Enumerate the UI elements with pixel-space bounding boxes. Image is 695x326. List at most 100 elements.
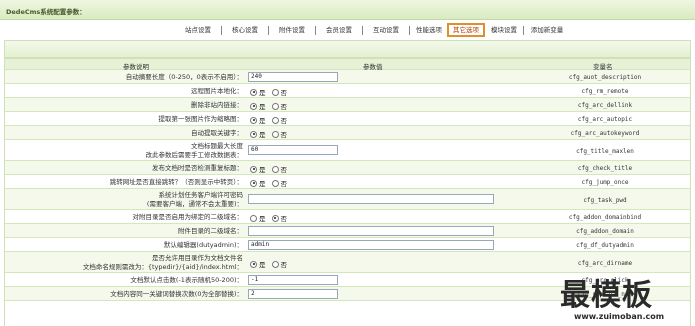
addon-domainbind-radio-group: 是否 <box>250 213 293 223</box>
radio-no[interactable] <box>271 179 279 187</box>
row-key: cfg_jump_once <box>581 179 629 186</box>
table-row: 附件目录的二级域名： cfg_addon_domain <box>5 224 690 238</box>
tab-separator <box>362 26 363 35</box>
radio-no-label: 否 <box>280 89 288 97</box>
auto-summary-length-input[interactable]: 240 <box>248 72 338 82</box>
addon-domain-input[interactable] <box>248 226 494 236</box>
row-label: 附件目录的二级域名： <box>178 227 243 235</box>
radio-yes-label: 是 <box>259 215 266 223</box>
config-title: DedeCms系统配置参数： <box>6 8 86 16</box>
radio-no[interactable] <box>271 165 279 173</box>
toolbar-strip <box>4 40 691 58</box>
tab-core-settings[interactable]: 核心设置 <box>223 23 267 37</box>
row-label: 对附目录是否启用为绑定的二级域名： <box>132 213 244 221</box>
arc-click-input[interactable]: -1 <box>248 275 338 285</box>
radio-no-label: 否 <box>280 131 288 139</box>
radio-yes[interactable] <box>250 102 257 110</box>
table-row: 文档标题最大长度 改此参数后需要手工修改数据表： 60 cfg_title_ma… <box>5 140 690 161</box>
table-row: 自动摘要长度（0-250，0表示不启用）： 240 cfg_auot_descr… <box>5 70 690 84</box>
tab-separator <box>268 26 269 35</box>
tab-bar: 站点设置 核心设置 附件设置 会员设置 互动设置 性能选项 其它选项 模块设置 … <box>0 20 695 40</box>
table-row: 对附目录是否启用为绑定的二级域名： 是否 cfg_addon_domainbin… <box>5 210 690 224</box>
radio-no-label: 否 <box>280 103 288 111</box>
row-label: 默认编辑器(dutyadmin)： <box>163 241 243 249</box>
tab-member-settings[interactable]: 会员设置 <box>317 23 361 37</box>
row-label: 自动提取关键字： <box>191 129 243 137</box>
radio-yes[interactable] <box>250 130 257 138</box>
radio-yes[interactable] <box>250 179 257 187</box>
radio-yes[interactable] <box>250 88 257 96</box>
tab-separator <box>523 26 524 35</box>
radio-yes-label: 是 <box>259 166 266 174</box>
radio-no-label: 否 <box>280 261 288 269</box>
row-label: 是否允许用目录作为文档文件名 <box>152 254 243 262</box>
tab-add-variable[interactable]: 添加新变量 <box>525 23 569 37</box>
row-key: cfg_arc_autopic <box>577 116 633 123</box>
auto-keyword-radio-group: 是否 <box>250 129 293 139</box>
radio-no[interactable] <box>271 214 279 222</box>
config-header: DedeCms系统配置参数： <box>0 0 695 20</box>
row-key: cfg_arc_dellink <box>577 102 633 109</box>
radio-yes[interactable] <box>250 165 257 173</box>
table-row: 默认编辑器(dutyadmin)： admin cfg_df_dutyadmin <box>5 238 690 252</box>
row-label: 删除非站内链接： <box>191 101 243 109</box>
radio-no-label: 否 <box>280 215 288 223</box>
radio-no[interactable] <box>271 88 279 96</box>
table-row: 系统计划任务客户端许可密码 (需要客户端，通常不会太重要)： cfg_task_… <box>5 189 690 210</box>
row-key: cfg_auot_description <box>568 74 642 81</box>
auto-pic-radio-group: 是否 <box>250 115 293 125</box>
watermark-text: 最模板 <box>560 278 653 313</box>
row-label: 发布文档时是否检测重复标题： <box>152 164 243 172</box>
row-key: cfg_arc_dirname <box>577 260 633 267</box>
tab-site-settings[interactable]: 站点设置 <box>176 23 220 37</box>
tab-separator <box>409 26 410 35</box>
table-header-row: 参数说明 参数值 变量名 <box>5 59 690 71</box>
remote-image-radio-group: 是否 <box>250 87 293 97</box>
arc-dirname-radio-group: 是否 <box>250 259 293 269</box>
check-title-radio-group: 是否 <box>250 164 293 174</box>
tab-separator <box>221 26 222 35</box>
task-password-input[interactable] <box>248 194 494 204</box>
replace-num-input[interactable]: 2 <box>248 289 338 299</box>
radio-no[interactable] <box>271 116 279 124</box>
radio-no[interactable] <box>271 102 279 110</box>
tab-performance-options[interactable]: 性能选项 <box>411 23 447 37</box>
table-row: 发布文档时是否检测重复标题： 是否 cfg_check_title <box>5 161 690 175</box>
row-key: cfg_df_dutyadmin <box>576 242 634 249</box>
row-label: 文档标题最大长度 <box>191 142 243 150</box>
jump-once-radio-group: 是否 <box>250 178 293 188</box>
radio-no[interactable] <box>271 260 279 268</box>
duty-admin-input[interactable]: admin <box>248 240 494 250</box>
radio-yes-label: 是 <box>259 261 266 269</box>
tab-module-settings[interactable]: 模块设置 <box>486 23 522 37</box>
radio-yes[interactable] <box>250 214 257 222</box>
tab-separator <box>315 26 316 35</box>
row-label: 文档内容同一关键词替换次数(0为全部替换)： <box>110 290 243 298</box>
tab-interaction-settings[interactable]: 互动设置 <box>364 23 408 37</box>
row-label: 提取第一张图片作为缩略图： <box>158 115 244 123</box>
table-row: 自动提取关键字： 是否 cfg_arc_autokeyword <box>5 126 690 140</box>
radio-yes[interactable] <box>250 116 257 124</box>
table-row: 删除非站内链接： 是 否 cfg_arc_dellink <box>5 98 690 112</box>
row-label: 远程图片本地化： <box>191 87 243 95</box>
radio-no[interactable] <box>271 130 279 138</box>
table-row: 提取第一张图片作为缩略图： 是否 cfg_arc_autopic <box>5 112 690 126</box>
title-maxlen-input[interactable]: 60 <box>248 145 338 155</box>
radio-yes[interactable] <box>250 260 257 268</box>
row-label: 跳转网址是否直接跳转？（否则显示中转页）： <box>109 178 243 186</box>
row-label: 系统计划任务客户端许可密码 <box>158 191 244 199</box>
row-key: cfg_check_title <box>577 165 633 172</box>
tab-other-options[interactable]: 其它选项 <box>447 23 485 37</box>
radio-yes-label: 是 <box>259 131 266 139</box>
watermark-logo: 最模板 www.zuimoban.com <box>537 268 695 326</box>
radio-yes-label: 是 <box>259 103 266 111</box>
table-row: 远程图片本地化： 是否 cfg_rm_remote <box>5 84 690 98</box>
radio-no-label: 否 <box>280 180 288 188</box>
radio-yes-label: 是 <box>259 180 266 188</box>
radio-yes-label: 是 <box>259 89 266 97</box>
row-label-line2: (需要客户端，通常不会太重要)： <box>146 200 243 208</box>
radio-no-label: 否 <box>280 166 288 174</box>
row-label-line2: 文档命名规则需改为：{typedir}/{aid}/index.html： <box>82 263 243 271</box>
row-key: cfg_rm_remote <box>581 88 629 95</box>
tab-attachment-settings[interactable]: 附件设置 <box>270 23 314 37</box>
